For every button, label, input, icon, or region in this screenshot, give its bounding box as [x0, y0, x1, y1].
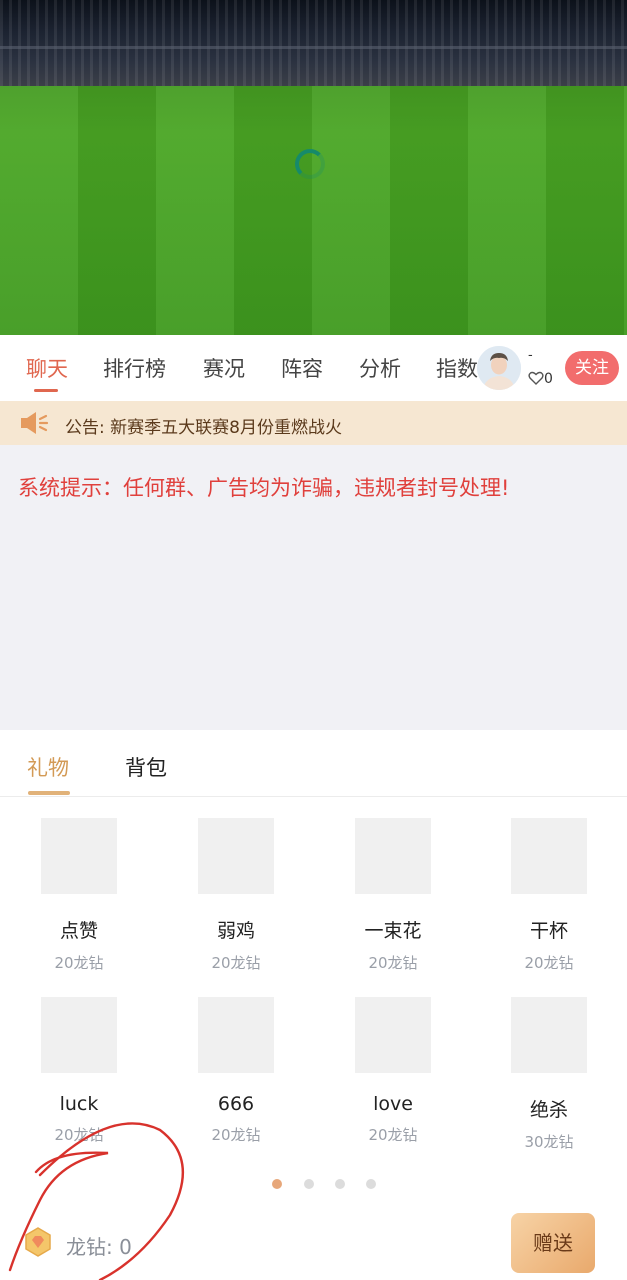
streamer-name: - [528, 348, 533, 363]
active-tab-indicator [34, 389, 58, 392]
gift-price: 20龙钻 [54, 954, 104, 972]
send-gift-button[interactable]: 赠送 [511, 1213, 595, 1273]
chat-area[interactable]: 系统提示：任何群、广告均为诈骗，违规者封号处理! [0, 445, 627, 730]
user-avatar-icon [477, 346, 521, 390]
live-tab-bar: 聊天 排行榜 赛况 阵容 分析 指数 [0, 335, 627, 401]
gift-name: luck [59, 1093, 99, 1115]
tab-lineup[interactable]: 阵容 [281, 353, 323, 383]
gift-thumbnail [198, 818, 274, 894]
diamond-badge-icon [25, 1227, 51, 1257]
gift-price: 20龙钻 [368, 954, 418, 972]
stands-divider [0, 46, 627, 49]
gift-price: 20龙钻 [211, 954, 261, 972]
gift-item[interactable]: 一束花 20龙钻 [338, 818, 448, 973]
gift-item[interactable]: 点赞 20龙钻 [24, 818, 134, 973]
follower-count: 0 [528, 371, 553, 387]
gift-name: 干杯 [529, 920, 568, 942]
gift-thumbnail [41, 818, 117, 894]
page-dot[interactable] [366, 1179, 376, 1189]
gift-price: 20龙钻 [368, 1126, 418, 1144]
tab-analysis[interactable]: 分析 [359, 353, 401, 383]
gift-price: 20龙钻 [54, 1126, 104, 1144]
gift-name: 一束花 [364, 920, 422, 942]
divider [0, 796, 627, 797]
gift-name: 点赞 [59, 920, 98, 942]
system-tip: 系统提示：任何群、广告均为诈骗，违规者封号处理! [18, 476, 510, 500]
loading-spinner-icon [295, 149, 325, 179]
announcement-bar: 公告: 新赛季五大联赛8月份重燃战火 [0, 401, 627, 445]
gift-item[interactable]: love 20龙钻 [338, 997, 448, 1145]
gift-thumbnail [511, 818, 587, 894]
gift-thumbnail [355, 997, 431, 1073]
megaphone-icon [21, 412, 49, 434]
gift-price: 30龙钻 [524, 1133, 574, 1151]
gift-name: 弱鸡 [216, 920, 255, 942]
video-player[interactable] [0, 0, 627, 335]
tab-match-status[interactable]: 赛况 [203, 353, 245, 383]
tab-odds[interactable]: 指数 [436, 353, 478, 383]
stadium-stands [0, 0, 627, 86]
gift-price: 20龙钻 [524, 954, 574, 972]
gift-thumbnail [198, 997, 274, 1073]
page-dot[interactable] [335, 1179, 345, 1189]
tab-ranking[interactable]: 排行榜 [103, 353, 166, 383]
gift-thumbnail [355, 818, 431, 894]
page-indicator [0, 1179, 627, 1191]
heart-plus-icon [528, 371, 544, 385]
follower-count-value: 0 [544, 371, 553, 387]
gift-name: love [373, 1093, 413, 1115]
balance-label: 龙钻: 0 [66, 1235, 132, 1259]
gift-item[interactable]: 干杯 20龙钻 [494, 818, 604, 973]
gift-item[interactable]: 666 20龙钻 [181, 997, 291, 1145]
gift-thumbnail [41, 997, 117, 1073]
page-dot[interactable] [272, 1179, 282, 1189]
tab-backpack[interactable]: 背包 [125, 752, 167, 782]
gift-item[interactable]: luck 20龙钻 [24, 997, 134, 1145]
tab-chat[interactable]: 聊天 [26, 353, 68, 383]
gift-item[interactable]: 绝杀 30龙钻 [494, 997, 604, 1152]
gift-item[interactable]: 弱鸡 20龙钻 [181, 818, 291, 973]
gift-thumbnail [511, 997, 587, 1073]
gift-tab-indicator [28, 791, 70, 795]
streamer-avatar[interactable] [477, 346, 521, 390]
gift-name: 666 [217, 1093, 255, 1115]
gift-panel: 礼物 背包 点赞 20龙钻 弱鸡 20龙钻 一束花 20龙钻 干杯 20龙钻 l… [0, 730, 627, 1280]
gift-price: 20龙钻 [211, 1126, 261, 1144]
gift-name: 绝杀 [529, 1099, 568, 1121]
page-dot[interactable] [304, 1179, 314, 1189]
tab-gifts[interactable]: 礼物 [27, 752, 69, 782]
announcement-text: 公告: 新赛季五大联赛8月份重燃战火 [65, 418, 342, 438]
follow-button[interactable]: 关注 [565, 351, 619, 385]
